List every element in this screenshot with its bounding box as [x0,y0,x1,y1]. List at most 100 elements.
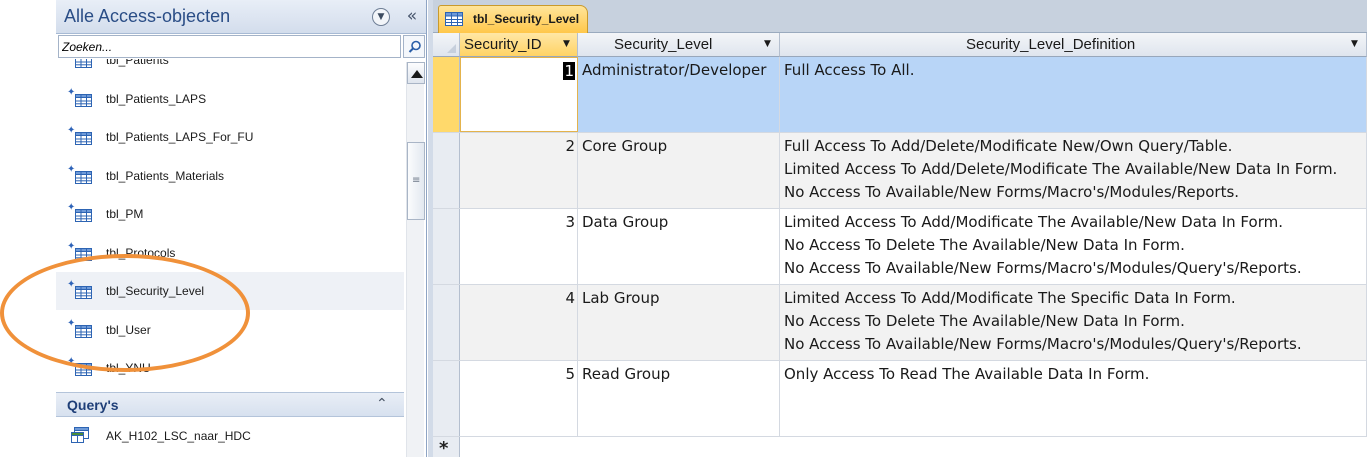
definition-line: No Access To Available/New Forms/Macro's… [784,183,1240,201]
record-selector[interactable] [433,361,460,436]
nav-item-label: tbl_Patients [106,59,169,67]
sort-dropdown-icon[interactable]: ▼ [764,39,771,49]
cell-security-level[interactable]: Data Group [578,209,780,284]
tab-tbl-security-level[interactable]: tbl_Security_Level [438,5,588,33]
nav-item-label: tbl_Protocols [106,245,176,260]
nav-item-table[interactable]: ✦ tbl_Protocols [56,234,404,272]
cell-security-level[interactable]: Core Group [578,133,780,208]
table-row[interactable]: 3 Data Group Limited Access To Add/Modific… [433,209,1367,285]
cell-security-level[interactable]: Lab Group [578,285,780,360]
record-selector[interactable] [433,133,460,208]
cell-security-level-definition[interactable]: Only Access To Read The Available Data I… [780,361,1367,436]
column-header-security-level[interactable]: Security_Level ▼ [578,33,780,57]
navigation-object-list: tbl_Patients ✦ tbl_Patients_LAPS ✦ tbl_Patie… [56,59,404,457]
datasheet-grid: Security_ID ▼ Security_Level ▼ Security_… [433,33,1367,457]
cell-security-id[interactable]: 1 [460,57,578,132]
table-icon [75,93,92,107]
cell-security-id[interactable]: 5 [460,361,578,436]
cell-value: 4 [565,289,575,307]
table-icon [75,59,92,68]
table-row[interactable]: 2 Core Group Full Access To Add/Delete/Mod… [433,133,1367,209]
definition-line: No Access To Delete The Available/New Da… [784,312,1185,330]
definition-line: Limited Access To Add/Delete/Modificate … [784,160,1338,178]
new-object-icon: ✦ [67,317,76,329]
cell-security-level[interactable]: Administrator/Developer [578,57,780,132]
sort-dropdown-icon[interactable]: ▼ [563,39,570,49]
table-row[interactable]: 5 Read Group Only Access To Read The Avail… [433,361,1367,437]
cell-security-level-definition[interactable]: Full Access To All. [780,57,1367,132]
cell-security-level-definition[interactable]: Limited Access To Add/Modificate The Ava… [780,209,1367,284]
cell-security-id[interactable]: 3 [460,209,578,284]
table-icon [75,286,92,299]
new-object-icon: ✦ [67,279,76,290]
definition-line: Limited Access To Add/Modificate The Spe… [784,289,1236,307]
table-icon [75,209,92,222]
navigation-pane-title[interactable]: Alle Access-objecten [64,6,230,27]
document-tab-bar: tbl_Security_Level [433,0,1367,33]
nav-item-table[interactable]: ✦ tbl_User [56,311,404,349]
record-selector[interactable]: * [433,437,460,457]
double-chevron-up-icon[interactable]: ⌃ [376,396,388,412]
double-chevron-left-icon[interactable]: « [402,5,422,27]
cell-security-level-definition[interactable]: Limited Access To Add/Modificate The Spe… [780,285,1367,360]
navigation-scrollbar[interactable]: ≡ [406,62,425,457]
navigation-pane: Alle Access-objecten ▼ « tbl_Patients ✦ tb… [56,0,427,457]
nav-item-label: tbl_Patients_LAPS_For_FU [106,130,254,144]
search-icon [408,40,421,53]
document-area: tbl_Security_Level Security_ID ▼ Securit… [433,0,1367,457]
nav-item-table[interactable]: ✦ tbl_Patients_LAPS_For_FU [56,118,404,156]
search-box [58,35,401,58]
search-button[interactable] [403,35,425,58]
nav-group-label: Query's [67,397,119,413]
definition-line: Only Access To Read The Available Data I… [784,365,1150,383]
table-row[interactable]: 4 Lab Group Limited Access To Add/Modifica… [433,285,1367,361]
cell-value: Lab Group [582,289,660,307]
nav-item-table[interactable]: ✦ tbl_Patients_Materials [56,157,404,195]
definition-line: No Access To Available/New Forms/Macro's… [784,335,1302,353]
record-selector[interactable] [433,285,460,360]
table-icon [445,12,463,26]
select-all-corner[interactable] [433,33,460,57]
nav-item-table[interactable]: ✦ tbl_Patients_LAPS [56,80,404,118]
nav-item-table[interactable]: tbl_Patients [56,59,404,79]
nav-item-table[interactable]: ✦ tbl_PM [56,195,404,233]
cell-value: Data Group [582,213,669,231]
cell-value: Read Group [582,365,671,383]
new-object-icon: ✦ [67,163,76,175]
scroll-up-button[interactable] [407,62,425,84]
new-record-row[interactable]: * [433,437,1367,457]
table-icon [75,132,92,145]
column-header-label: Security_Level [614,36,713,53]
cell-value: 2 [565,137,575,155]
definition-line: No Access To Delete The Available/New Da… [784,236,1185,254]
nav-item-table[interactable]: ✦ tbl_YNU [56,349,404,387]
cell-security-level-definition[interactable]: Full Access To Add/Delete/Modificate New… [780,133,1367,208]
nav-item-table[interactable]: ✦ tbl_Security_Level [56,272,404,310]
cell-security-level[interactable]: Read Group [578,361,780,436]
record-selector[interactable] [433,57,460,132]
column-header-label: Security_Level_Definition [966,36,1136,53]
nav-item-label: tbl_Patients_Materials [106,168,225,183]
grip-icon: ≡ [412,175,421,186]
query-icon [71,427,89,443]
column-header-label: Security_ID [464,36,542,53]
circle-chevron-down-icon[interactable]: ▼ [372,8,390,26]
nav-item-label: AK_H102_LSC_naar_HDC [106,429,251,443]
cell-value: 3 [565,213,575,231]
cell-security-id[interactable]: 2 [460,133,578,208]
nav-item-label: tbl_Patients_LAPS [106,91,207,106]
column-header-security-level-definition[interactable]: Security_Level_Definition ▼ [780,33,1367,57]
nav-item-query[interactable]: AK_H102_LSC_naar_HDC [56,417,404,455]
cell-security-id[interactable]: 4 [460,285,578,360]
cell-value: 1 [563,62,575,80]
sort-dropdown-icon[interactable]: ▼ [1351,39,1358,49]
definition-line: No Access To Available/New Forms/Macro's… [784,259,1302,277]
nav-group-header-queries[interactable]: Query's ⌃ [56,392,404,417]
navigation-pane-header: Alle Access-objecten ▼ « [56,0,426,34]
record-selector[interactable] [433,209,460,284]
search-input[interactable] [59,36,400,57]
cell-value: Administrator/Developer [582,61,767,79]
scrollbar-thumb[interactable]: ≡ [407,142,425,220]
column-header-security-id[interactable]: Security_ID ▼ [460,33,578,57]
table-row[interactable]: 1 Administrator/Developer Full Access To A… [433,57,1367,133]
